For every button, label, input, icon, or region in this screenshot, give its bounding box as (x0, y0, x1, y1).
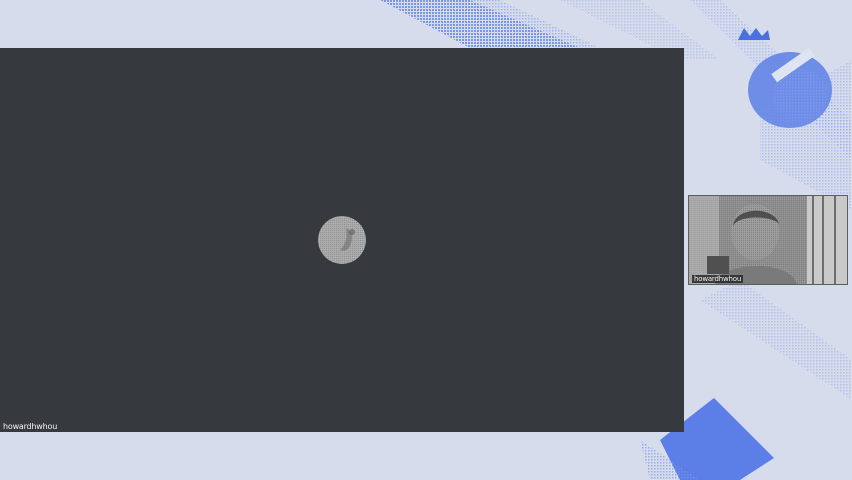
main-participant-name: howardhwhou (3, 422, 58, 431)
self-view-image (689, 196, 847, 284)
brand-logo-icon (738, 28, 770, 40)
participant-avatar (318, 216, 366, 264)
self-view-name: howardhwhou (692, 275, 744, 283)
avatar-image (318, 216, 366, 264)
main-video-tile[interactable]: howardhwhou (0, 48, 684, 432)
self-view-thumbnail[interactable]: howardhwhou (688, 195, 848, 285)
meeting-window: howardhwhou howardhwhou (0, 0, 852, 480)
